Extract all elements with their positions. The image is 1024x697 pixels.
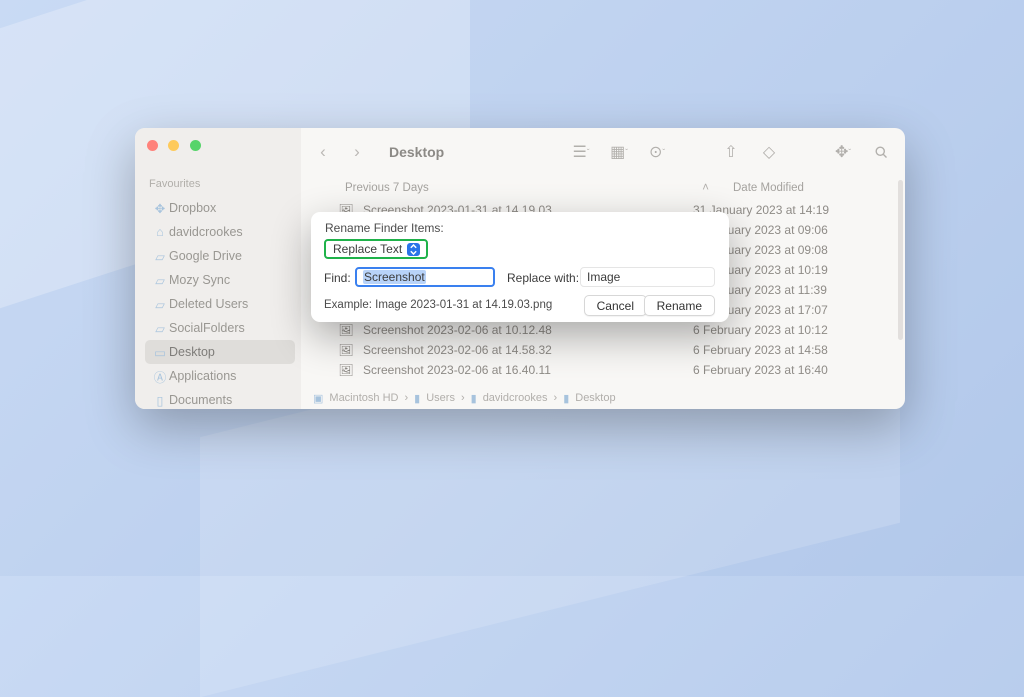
image-file-icon: 🖼 xyxy=(337,363,355,377)
sidebar-item-documents[interactable]: ▯ Documents xyxy=(145,388,295,409)
rename-dialog: Rename Finder Items: Replace Text Find: … xyxy=(311,212,729,322)
rename-mode-label: Replace Text xyxy=(333,242,402,256)
share-icon[interactable]: ⇧ xyxy=(721,142,741,162)
section-header: Previous 7 Days xyxy=(313,182,673,194)
disk-icon: ▣ xyxy=(313,392,323,405)
search-icon[interactable] xyxy=(871,142,891,162)
dropbox-icon: ✥ xyxy=(151,201,169,216)
action-icon[interactable]: ⊙ˇ xyxy=(647,142,667,162)
dropbox-toolbar-icon[interactable]: ✥ˇ xyxy=(833,142,853,162)
sidebar-item-desktop[interactable]: ▭ Desktop xyxy=(145,340,295,364)
view-list-icon[interactable]: ☰ˇ xyxy=(571,142,591,162)
back-button[interactable]: ‹ xyxy=(315,142,331,162)
folder-icon: ▱ xyxy=(151,297,169,312)
sidebar-item-label: Documents xyxy=(169,393,232,407)
replace-value: Image xyxy=(587,270,620,284)
replace-input[interactable]: Image xyxy=(580,267,715,287)
breadcrumb[interactable]: Users xyxy=(426,392,455,404)
sidebar-item-mozy[interactable]: ▱ Mozy Sync xyxy=(145,268,295,292)
rename-button[interactable]: Rename xyxy=(644,295,715,316)
window-title: Desktop xyxy=(389,144,444,160)
rename-label: Rename xyxy=(657,299,702,313)
sidebar-item-label: Desktop xyxy=(169,345,215,359)
find-value: Screenshot xyxy=(363,270,426,284)
document-icon: ▯ xyxy=(151,393,169,408)
column-date[interactable]: Date Modified xyxy=(723,182,893,194)
dialog-title: Rename Finder Items: xyxy=(325,221,444,235)
sidebar-item-google-drive[interactable]: ▱ Google Drive xyxy=(145,244,295,268)
file-row[interactable]: 🖼Screenshot 2023-02-06 at 16.40.116 Febr… xyxy=(301,360,905,380)
sidebar-item-label: davidcrookes xyxy=(169,225,243,239)
popup-arrows-icon xyxy=(407,243,420,256)
rename-mode-popup[interactable]: Replace Text xyxy=(324,239,428,259)
sidebar-item-deleted-users[interactable]: ▱ Deleted Users xyxy=(145,292,295,316)
file-row[interactable]: 🖼Screenshot 2023-02-06 at 14.58.326 Febr… xyxy=(301,340,905,360)
breadcrumb[interactable]: Desktop xyxy=(575,392,615,404)
sidebar-section-label: Favourites xyxy=(149,178,200,190)
close-icon[interactable] xyxy=(147,140,158,151)
example-text: Example: Image 2023-01-31 at 14.19.03.pn… xyxy=(324,299,552,311)
zoom-icon[interactable] xyxy=(190,140,201,151)
folder-icon: ▱ xyxy=(151,273,169,288)
tag-icon[interactable]: ◇ xyxy=(759,142,779,162)
sidebar-item-home[interactable]: ⌂ davidcrookes xyxy=(145,220,295,244)
sidebar: Favourites ✥ Dropbox ⌂ davidcrookes ▱ Go… xyxy=(135,128,301,409)
sidebar-item-dropbox[interactable]: ✥ Dropbox xyxy=(145,196,295,220)
image-file-icon: 🖼 xyxy=(337,343,355,357)
home-icon: ⌂ xyxy=(151,225,169,239)
sidebar-item-socialfolders[interactable]: ▱ SocialFolders xyxy=(145,316,295,340)
cancel-label: Cancel xyxy=(597,299,634,313)
file-row[interactable]: 🖼Screenshot 2023-02-06 at 10.12.486 Febr… xyxy=(301,320,905,340)
sidebar-item-label: SocialFolders xyxy=(169,321,245,335)
find-label: Find: xyxy=(324,271,351,285)
replace-label: Replace with: xyxy=(507,271,579,285)
folder-icon: ▮ xyxy=(471,392,477,405)
sidebar-item-label: Deleted Users xyxy=(169,297,248,311)
image-file-icon: 🖼 xyxy=(337,323,355,337)
forward-button[interactable]: › xyxy=(349,142,365,162)
sort-chevron-icon[interactable]: ˄ xyxy=(702,182,709,194)
folder-icon: ▱ xyxy=(151,249,169,264)
cancel-button[interactable]: Cancel xyxy=(584,295,647,316)
path-bar[interactable]: ▣ Macintosh HD› ▮ Users› ▮ davidcrookes›… xyxy=(301,387,905,409)
window-controls[interactable] xyxy=(147,138,207,156)
toolbar: ‹ › Desktop ☰ˇ ▦ˇ ⊙ˇ ⇧ ◇ ✥ˇ xyxy=(301,128,905,176)
scrollbar[interactable] xyxy=(898,180,903,340)
folder-icon: ▱ xyxy=(151,321,169,336)
breadcrumb[interactable]: Macintosh HD xyxy=(329,392,398,404)
desktop-icon: ▭ xyxy=(151,345,169,360)
sidebar-item-applications[interactable]: Ⓐ Applications xyxy=(145,364,295,388)
sidebar-item-label: Dropbox xyxy=(169,201,216,215)
column-headers[interactable]: Previous 7 Days ˄ Date Modified xyxy=(301,176,905,200)
folder-icon: ▮ xyxy=(414,392,420,405)
application-icon: Ⓐ xyxy=(151,367,169,386)
find-input[interactable]: Screenshot xyxy=(355,267,495,287)
sidebar-item-label: Google Drive xyxy=(169,249,242,263)
sidebar-item-label: Applications xyxy=(169,369,236,383)
minimize-icon[interactable] xyxy=(168,140,179,151)
folder-icon: ▮ xyxy=(563,392,569,405)
group-icon[interactable]: ▦ˇ xyxy=(609,142,629,162)
sidebar-item-label: Mozy Sync xyxy=(169,273,230,287)
breadcrumb[interactable]: davidcrookes xyxy=(483,392,548,404)
